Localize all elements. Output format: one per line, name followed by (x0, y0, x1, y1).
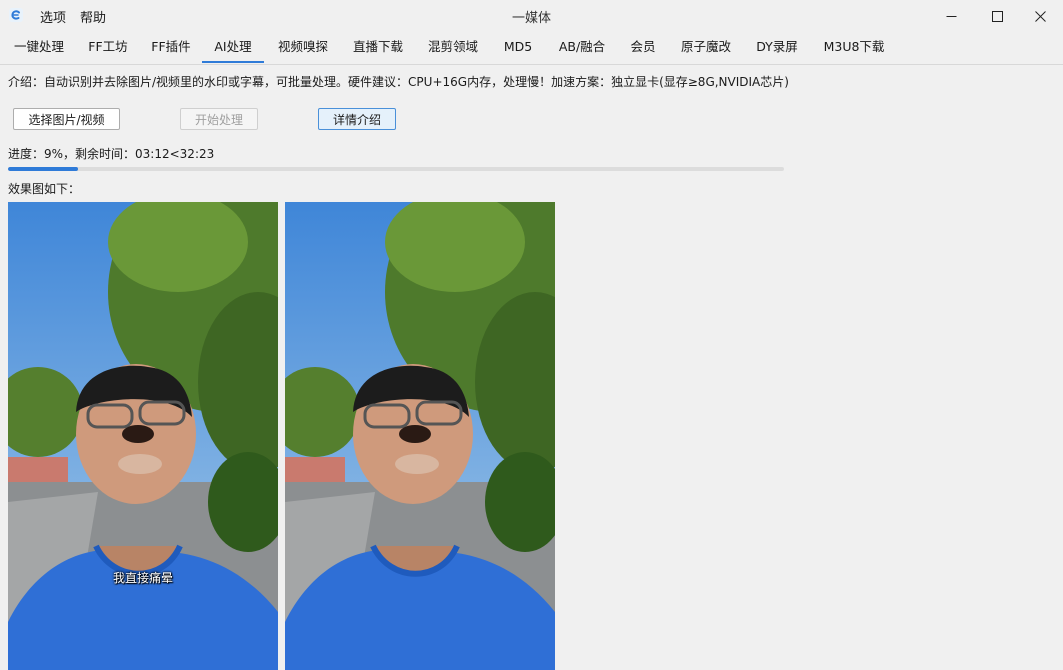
progress-text: 进度：9%，剩余时间：03:12<32:23 (8, 147, 215, 161)
close-icon (1034, 10, 1046, 22)
tab-atomic-mod[interactable]: 原子魔改 (676, 32, 736, 63)
tab-ff-workshop[interactable]: FF工坊 (82, 32, 134, 63)
minimize-button[interactable] (928, 0, 974, 32)
tab-ff-plugin[interactable]: FF插件 (146, 32, 196, 63)
preview-after-image (285, 202, 555, 670)
intro-text: 介绍：自动识别并去除图片/视频里的水印或字幕，可批量处理。硬件建议：CPU+16… (8, 75, 789, 89)
tab-member[interactable]: 会员 (624, 32, 662, 63)
select-media-button[interactable]: 选择图片/视频 (13, 108, 120, 130)
title-bar: 选项 帮助 一媒体 (0, 0, 1063, 32)
details-button[interactable]: 详情介绍 (318, 108, 396, 130)
minimize-icon (946, 11, 957, 22)
result-label: 效果图如下： (8, 182, 81, 196)
progress-bar (8, 167, 784, 171)
tab-live-download[interactable]: 直播下载 (348, 32, 408, 63)
preview-before-image: 我直接痛晕 (8, 202, 278, 670)
window-title: 一媒体 (511, 11, 551, 26)
menu-help[interactable]: 帮助 (80, 7, 106, 26)
close-button[interactable] (1017, 0, 1063, 32)
preview-subtitle: 我直接痛晕 (112, 571, 173, 585)
progress-bar-fill (8, 167, 78, 171)
tab-ab-fusion[interactable]: AB/融合 (553, 32, 611, 63)
tab-m3u8-download[interactable]: M3U8下载 (818, 32, 890, 63)
tab-video-sniff[interactable]: 视频嗅探 (273, 32, 333, 63)
maximize-button[interactable] (974, 0, 1020, 32)
tab-remix[interactable]: 混剪领域 (423, 32, 483, 63)
tab-md5[interactable]: MD5 (498, 32, 538, 63)
app-logo-icon (8, 7, 24, 23)
menu-options[interactable]: 选项 (40, 7, 66, 26)
tab-dy-record[interactable]: DY录屏 (751, 32, 803, 63)
tab-ai-processing[interactable]: AI处理 (202, 32, 264, 63)
tab-one-click[interactable]: 一键处理 (8, 32, 70, 63)
start-processing-button[interactable]: 开始处理 (180, 108, 258, 130)
maximize-icon (991, 10, 1003, 22)
tab-bar: 一键处理 FF工坊 FF插件 AI处理 视频嗅探 直播下载 混剪领域 MD5 A… (0, 32, 1063, 65)
